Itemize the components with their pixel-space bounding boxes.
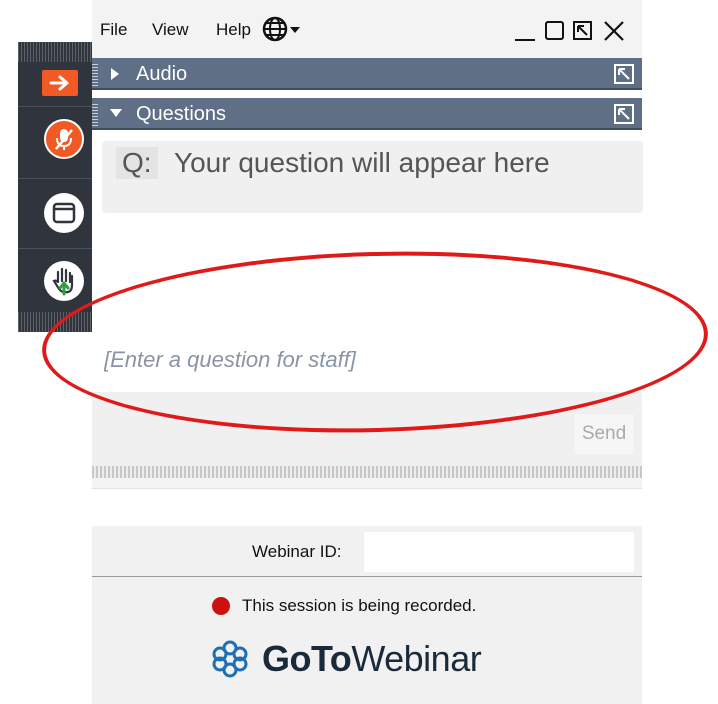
expand-right-icon	[111, 68, 119, 80]
panel-spacer	[92, 478, 642, 488]
audio-section-title: Audio	[136, 63, 188, 85]
language-menu[interactable]	[262, 16, 302, 47]
gotowebinar-logo: GoTo Webinar	[210, 638, 482, 680]
popout-icon	[573, 21, 592, 40]
question-display-text: Your question will appear here	[174, 147, 550, 178]
webinar-id-value	[364, 532, 634, 572]
section-grip	[92, 102, 98, 126]
rail-grip-bottom[interactable]	[18, 312, 92, 332]
send-area: Send	[92, 392, 642, 472]
questions-section-header[interactable]: Questions	[92, 98, 642, 130]
gotowebinar-flower-icon	[212, 640, 248, 678]
expand-down-icon	[110, 109, 122, 117]
send-button[interactable]: Send	[574, 414, 634, 454]
collapse-panel-button[interactable]	[42, 70, 78, 96]
recording-indicator-icon	[212, 597, 230, 615]
globe-icon	[262, 16, 300, 42]
webinar-id-label: Webinar ID:	[252, 542, 342, 561]
control-rail	[18, 42, 92, 332]
recording-status: This session is being recorded.	[242, 596, 477, 615]
questions-section-title: Questions	[136, 103, 227, 125]
close-button[interactable]	[602, 18, 626, 47]
menu-view[interactable]: View	[152, 20, 189, 40]
popout-icon[interactable]	[614, 104, 634, 124]
raise-hand-button[interactable]	[44, 261, 84, 301]
maximize-button[interactable]	[544, 18, 566, 47]
empty-panel-strip	[92, 488, 642, 528]
popout-icon[interactable]	[614, 64, 634, 84]
mic-muted-icon	[55, 129, 73, 150]
rail-separator	[18, 106, 92, 107]
section-grip	[92, 62, 98, 86]
maximize-icon	[545, 21, 564, 40]
menu-help[interactable]: Help	[216, 20, 251, 40]
show-window-button[interactable]	[44, 193, 84, 233]
question-label: Q:	[116, 147, 158, 179]
control-panel: File View Help Audio Questions Q: Your q…	[92, 0, 643, 704]
menu-file[interactable]: File	[100, 20, 127, 40]
rail-grip-top[interactable]	[18, 42, 92, 62]
rail-separator	[18, 248, 92, 249]
arrow-right-icon	[49, 75, 69, 91]
audio-section-header[interactable]: Audio	[92, 58, 642, 90]
close-icon	[604, 21, 624, 41]
rail-separator	[18, 178, 92, 179]
question-display: Q: Your question will appear here	[102, 141, 643, 213]
logo-webinar-text: Webinar	[351, 638, 482, 679]
minimize-icon	[515, 39, 535, 41]
raise-hand-icon	[52, 267, 74, 296]
question-input[interactable]	[94, 320, 642, 392]
menu-bar: File View Help	[92, 0, 642, 58]
mute-button[interactable]	[44, 119, 84, 159]
minimize-button[interactable]	[514, 18, 536, 47]
panel-footer: Webinar ID: This session is being record…	[92, 526, 642, 704]
logo-goto-text: GoTo	[262, 638, 352, 679]
popout-button[interactable]	[572, 18, 594, 47]
footer-divider	[92, 576, 642, 577]
window-icon	[52, 202, 76, 224]
